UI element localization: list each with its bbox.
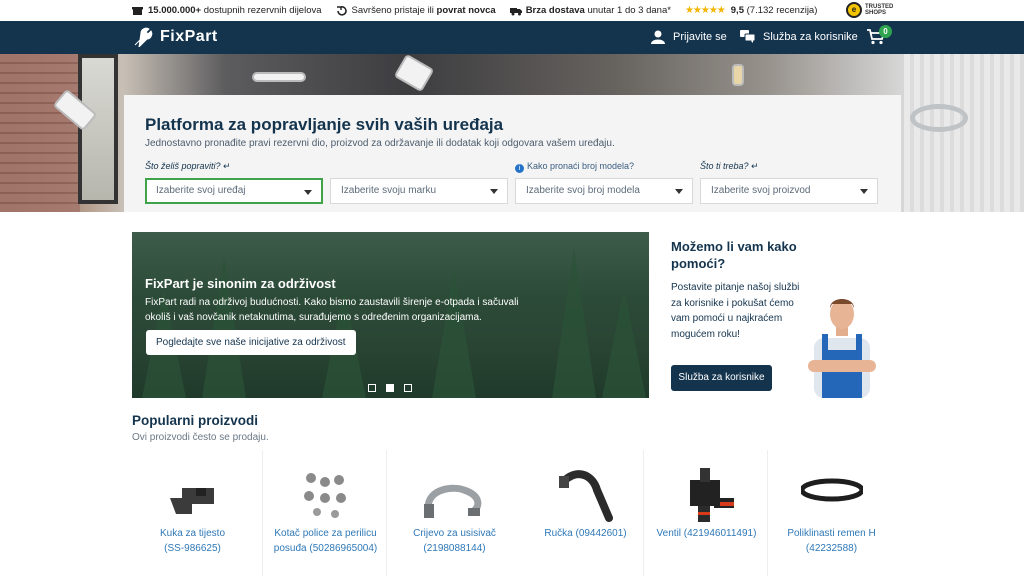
model-select[interactable]: Izaberite svoj broj modela [515, 178, 693, 204]
carousel-dots [368, 384, 422, 392]
user-icon [651, 30, 665, 44]
customer-service-link[interactable]: Služba za korisnike [740, 30, 858, 43]
vacuum-hose-icon [424, 484, 482, 518]
device-select[interactable]: Izaberite svoj uređaj [145, 178, 323, 204]
info-icon: i [515, 164, 524, 173]
support-agent-image [808, 299, 876, 398]
truck-icon [509, 6, 522, 16]
product-card[interactable]: Kuka za tijesto (SS-986625) [130, 450, 255, 576]
floating-part-image [910, 104, 968, 132]
chevron-down-icon [675, 189, 683, 194]
sustainability-banner: FixPart je sinonim za održivost FixPart … [132, 232, 649, 398]
dishwasher-wheel-icon [304, 473, 346, 518]
box-icon [132, 6, 143, 16]
banner-text: FixPart radi na održivoj budućnosti. Kak… [145, 297, 519, 323]
chevron-down-icon [860, 189, 868, 194]
usp-rating[interactable]: ★★★★★ 9,5 (7.132 recenzija) [685, 5, 817, 16]
help-text: Postavite pitanje našoj službi za korisn… [671, 282, 800, 340]
product-card[interactable]: Kotač police za perilicu posuđa (5028696… [262, 450, 387, 576]
usp-fit: Savršeno pristaje ili povrat novca [336, 5, 496, 16]
carousel-dot[interactable] [404, 384, 412, 392]
usp-delivery: Brza dostava unutar 1 do 3 dana* [509, 5, 671, 16]
brand-select[interactable]: Izaberite svoju marku [330, 178, 508, 204]
chevron-down-icon [304, 190, 312, 195]
product-card[interactable]: Ventil (421946011491) [643, 450, 768, 576]
chat-icon [740, 30, 755, 43]
sustainability-button[interactable]: Pogledajte sve naše inicijative za održi… [146, 330, 356, 355]
product-card[interactable]: Crijevo za usisivač (2198088144) [392, 450, 517, 576]
floating-part-image [252, 72, 306, 82]
floating-part-image [393, 54, 435, 93]
hero-background [0, 54, 80, 212]
carousel-dot[interactable] [368, 384, 376, 392]
floating-part-image [732, 64, 744, 86]
help-title: Možemo li vam kako pomoći? [671, 239, 797, 271]
return-icon [336, 5, 347, 16]
usp-bar: 15.000.000+ dostupnih rezervnih dijelova… [0, 0, 1024, 21]
handle-icon [559, 470, 613, 522]
logo[interactable]: FixPart [133, 27, 218, 47]
chevron-down-icon [490, 189, 498, 194]
carousel-dot-active[interactable] [386, 384, 394, 392]
product-select[interactable]: Izaberite svoj proizvod [700, 178, 878, 204]
popular-products-title: Popularni proizvodi [132, 413, 259, 428]
cart-count-badge: 0 [879, 25, 892, 38]
usp-parts: 15.000.000+ dostupnih rezervnih dijelova [132, 5, 322, 16]
belt-icon [801, 478, 863, 502]
dough-hook-icon [170, 488, 214, 514]
repair-label: Što želiš popraviti? ↵ [145, 161, 231, 171]
page-title: Platforma za popravljanje svih vaših ure… [145, 115, 504, 134]
brand-name: FixPart [160, 28, 218, 45]
product-card[interactable]: Poliklinasti remen H (42232588) [769, 450, 894, 576]
need-label: Što ti treba? ↵ [700, 161, 759, 171]
popular-products-subtitle: Ovi proizvodi često se prodaju. [132, 432, 269, 443]
valve-icon [690, 468, 734, 522]
wrench-logo-icon [134, 27, 153, 47]
trusted-shops-seal-icon: e [846, 2, 862, 18]
main-nav: FixPart Prijavite se Služba za korisnike [0, 21, 1024, 54]
model-help-link[interactable]: i Kako pronaći broj modela? [515, 161, 634, 173]
product-card[interactable]: Ručka (09442601) [523, 450, 648, 576]
device-search-panel: Platforma za popravljanje svih vaših ure… [124, 95, 901, 212]
rating-stars-icon: ★★★★★ [684, 5, 726, 16]
hero: Platforma za popravljanje svih vaših ure… [0, 54, 1024, 212]
trusted-shops-badge[interactable]: e TRUSTED SHOPS [846, 2, 893, 18]
customer-service-button[interactable]: Služba za korisnike [671, 365, 772, 391]
page-subtitle: Jednostavno pronađite pravi rezervni dio… [145, 138, 615, 149]
banner-title: FixPart je sinonim za održivost [145, 276, 336, 291]
login-link[interactable]: Prijavite se [651, 30, 727, 44]
